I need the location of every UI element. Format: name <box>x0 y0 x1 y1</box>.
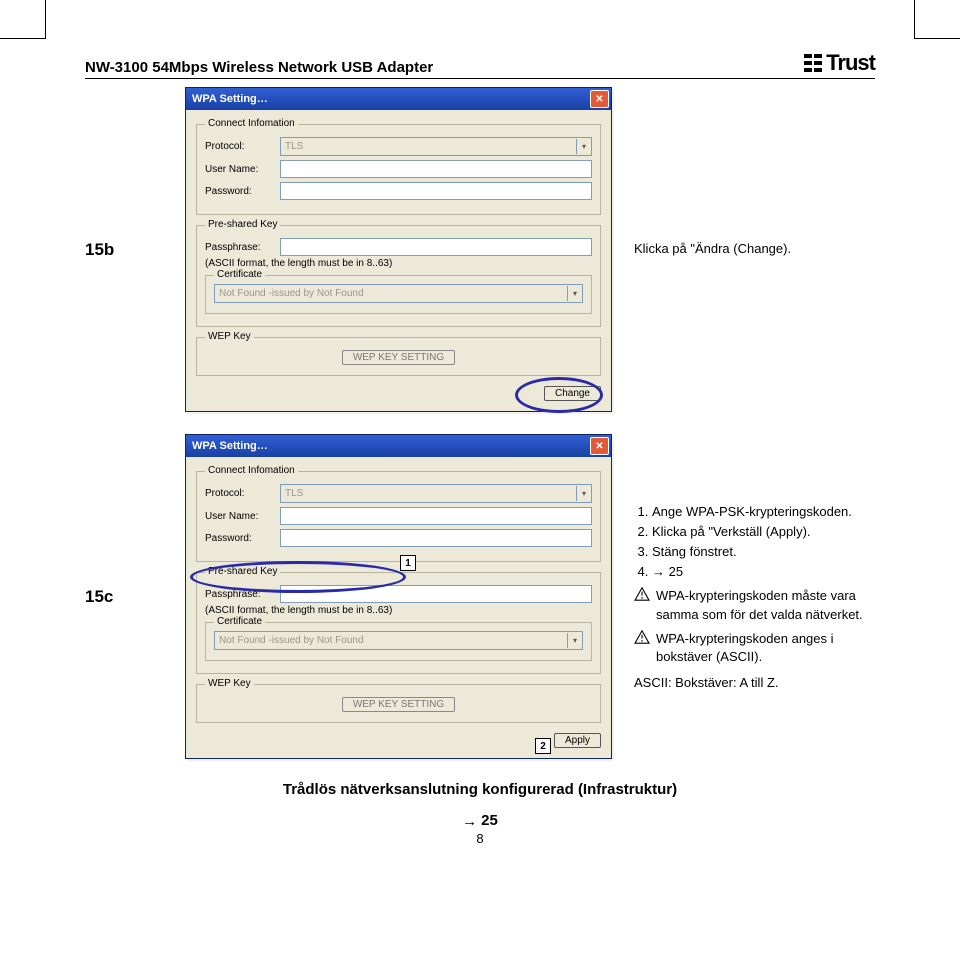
protocol-value: TLS <box>285 488 303 499</box>
protocol-select[interactable]: TLS ▾ <box>280 137 592 156</box>
dialog-title: WPA Setting… <box>192 93 268 105</box>
close-button[interactable]: ✕ <box>590 437 609 455</box>
step-label: 15b <box>85 240 163 260</box>
label-passphrase: Passphrase: <box>205 242 280 253</box>
page-number: 8 <box>85 831 875 846</box>
page-header: NW-3100 54Mbps Wireless Network USB Adap… <box>85 50 875 79</box>
protocol-select[interactable]: TLS ▾ <box>280 484 592 503</box>
dialog-title: WPA Setting… <box>192 440 268 452</box>
username-input[interactable] <box>280 160 592 178</box>
group-title: Connect Infomation <box>205 465 298 476</box>
instruction-15c: Ange WPA-PSK-krypteringskoden. Klicka på… <box>634 501 875 693</box>
wpa-dialog: WPA Setting… ✕ Connect Infomation Protoc… <box>185 434 612 759</box>
group-connect: Connect Infomation Protocol: TLS ▾ User … <box>196 471 601 562</box>
group-title: Connect Infomation <box>205 118 298 129</box>
group-cert: Certificate Not Found -issued by Not Fou… <box>205 275 592 314</box>
wpa-dialog: WPA Setting… ✕ Connect Infomation Protoc… <box>185 87 612 412</box>
cert-value: Not Found -issued by Not Found <box>219 635 364 646</box>
ascii-hint: (ASCII format, the length must be in 8..… <box>205 258 592 269</box>
wep-setting-button[interactable]: WEP KEY SETTING <box>342 697 455 712</box>
list-item: Ange WPA-PSK-krypteringskoden. <box>652 503 875 521</box>
group-psk: Pre-shared Key Passphrase: (ASCII format… <box>196 225 601 327</box>
marker-1: 1 <box>400 555 416 571</box>
cert-select[interactable]: Not Found -issued by Not Found ▾ <box>214 631 583 650</box>
password-input[interactable] <box>280 182 592 200</box>
group-wep: WEP Key WEP KEY SETTING <box>196 684 601 723</box>
warning-2: WPA-krypteringskoden anges i bokstäver (… <box>634 630 875 666</box>
label-protocol: Protocol: <box>205 488 280 499</box>
crop-mark <box>0 0 46 39</box>
group-title: WEP Key <box>205 331 254 342</box>
label-username: User Name: <box>205 164 280 175</box>
list-item: Stäng fönstret. <box>652 543 875 561</box>
doc-title: NW-3100 54Mbps Wireless Network USB Adap… <box>85 59 433 76</box>
ascii-hint: (ASCII format, the length must be in 8..… <box>205 605 592 616</box>
warning-text: WPA-krypteringskoden anges i bokstäver (… <box>656 630 875 666</box>
crop-mark <box>914 0 960 39</box>
highlight-oval-passphrase <box>190 561 406 593</box>
list-item: → 25 <box>652 563 875 581</box>
brand-logo: Trust <box>804 50 875 76</box>
cert-value: Not Found -issued by Not Found <box>219 288 364 299</box>
footer-goto: →25 <box>85 812 875 829</box>
password-input[interactable] <box>280 529 592 547</box>
cert-select[interactable]: Not Found -issued by Not Found ▾ <box>214 284 583 303</box>
label-protocol: Protocol: <box>205 141 280 152</box>
label-password: Password: <box>205 186 280 197</box>
group-title: WEP Key <box>205 678 254 689</box>
marker-2: 2 <box>535 738 551 754</box>
username-input[interactable] <box>280 507 592 525</box>
warning-icon <box>634 630 650 666</box>
close-button[interactable]: ✕ <box>590 90 609 108</box>
group-title: Certificate <box>214 269 265 280</box>
label-username: User Name: <box>205 511 280 522</box>
group-wep: WEP Key WEP KEY SETTING <box>196 337 601 376</box>
brand-text: Trust <box>826 50 875 76</box>
protocol-value: TLS <box>285 141 303 152</box>
arrow-right-icon: → <box>462 813 477 830</box>
instruction-list: Ange WPA-PSK-krypteringskoden. Klicka på… <box>634 503 875 582</box>
footer-heading: Trådlös nätverksanslutning konfigurerad … <box>85 781 875 798</box>
group-connect: Connect Infomation Protocol: TLS ▾ User … <box>196 124 601 215</box>
passphrase-input[interactable] <box>280 238 592 256</box>
chevron-down-icon: ▾ <box>567 286 582 301</box>
apply-button[interactable]: Apply <box>554 733 601 748</box>
instruction-15b: Klicka på "Ändra (Change). <box>634 240 875 258</box>
dialog-titlebar: WPA Setting… ✕ <box>186 435 611 457</box>
step-15b: 15b WPA Setting… ✕ Connect Infomation Pr… <box>85 87 875 412</box>
warning-1: WPA-krypteringskoden måste vara samma so… <box>634 587 875 623</box>
group-cert: Certificate Not Found -issued by Not Fou… <box>205 622 592 661</box>
step-15c: 15c WPA Setting… ✕ Connect Infomation Pr… <box>85 434 875 759</box>
group-title: Certificate <box>214 616 265 627</box>
warning-text: WPA-krypteringskoden måste vara samma so… <box>656 587 875 623</box>
highlight-oval-change <box>515 377 603 413</box>
chevron-down-icon: ▾ <box>567 633 582 648</box>
step-label: 15c <box>85 587 163 607</box>
trust-logo-icon <box>804 54 822 72</box>
label-password: Password: <box>205 533 280 544</box>
group-title: Pre-shared Key <box>205 219 280 230</box>
wep-setting-button[interactable]: WEP KEY SETTING <box>342 350 455 365</box>
chevron-down-icon: ▾ <box>576 139 591 154</box>
ascii-note: ASCII: Bokstäver: A till Z. <box>634 674 875 692</box>
close-icon: ✕ <box>595 441 603 452</box>
dialog-titlebar: WPA Setting… ✕ <box>186 88 611 110</box>
warning-icon <box>634 587 650 623</box>
chevron-down-icon: ▾ <box>576 486 591 501</box>
close-icon: ✕ <box>595 94 603 105</box>
list-item: Klicka på "Verkställ (Apply). <box>652 523 875 541</box>
